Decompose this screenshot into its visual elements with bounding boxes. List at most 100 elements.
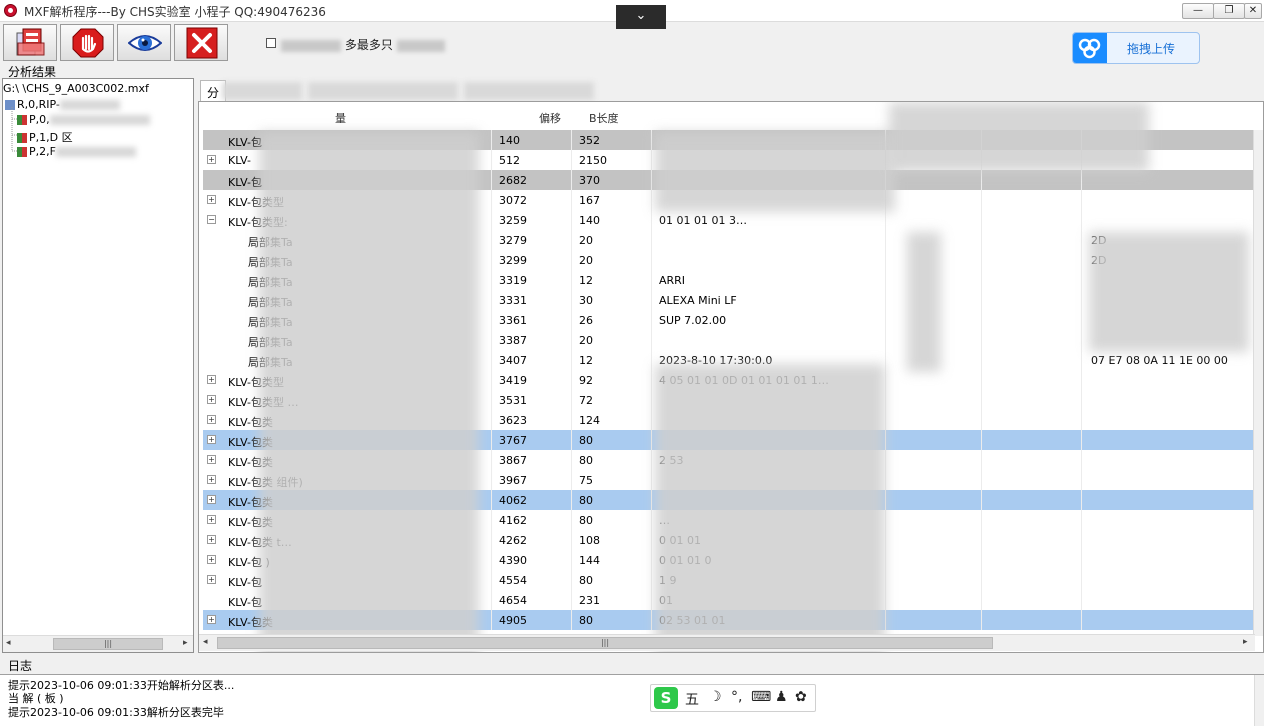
- expand-toggle[interactable]: +: [207, 395, 216, 404]
- scroll-right-arrow[interactable]: ▸: [183, 638, 188, 648]
- ime-toolbar[interactable]: S 五 ☽ °, ⌨ ♟ ✿: [650, 684, 816, 712]
- stop-icon: [72, 28, 104, 58]
- column-divider: [981, 430, 982, 450]
- cell-name: KLV-包: [228, 176, 262, 189]
- ime-logo-icon[interactable]: S: [654, 687, 678, 709]
- expand-toggle[interactable]: +: [207, 415, 216, 424]
- ime-keyboard-icon[interactable]: ⌨: [751, 689, 771, 705]
- klv-table[interactable]: 量 偏移 B长度 KLV-包 140 352 + KLV- 512 2150 KLV-包 268…: [198, 101, 1264, 653]
- column-divider: [1081, 310, 1082, 330]
- expand-toggle[interactable]: +: [207, 155, 216, 164]
- cell-length: 12: [579, 354, 593, 367]
- column-divider: [885, 430, 886, 450]
- option-checkbox[interactable]: [266, 38, 276, 48]
- stop-button[interactable]: [60, 24, 114, 61]
- ime-settings-icon[interactable]: ✿: [795, 689, 807, 705]
- window-title: MXF解析程序---By CHS实验室 小程子 QQ:490476236: [24, 5, 326, 19]
- column-divider: [651, 490, 652, 510]
- expand-toggle[interactable]: +: [207, 435, 216, 444]
- column-divider: [571, 250, 572, 270]
- upload-label: 拖拽上传: [1127, 42, 1176, 56]
- expand-toggle[interactable]: +: [207, 575, 216, 584]
- cell-offset: 140: [499, 134, 520, 147]
- column-divider: [885, 270, 886, 290]
- column-divider: [1081, 610, 1082, 630]
- column-divider: [571, 370, 572, 390]
- table-vertical-scrollbar[interactable]: [1253, 130, 1263, 636]
- cell-length: 80: [579, 454, 593, 467]
- expand-toggle[interactable]: +: [207, 615, 216, 624]
- cell-offset: 3867: [499, 454, 527, 467]
- app-icon: [4, 4, 17, 17]
- column-divider: [1081, 590, 1082, 610]
- minimize-button[interactable]: —: [1182, 3, 1214, 19]
- table-horizontal-scrollbar[interactable]: ◂ ||| ▸: [199, 634, 1255, 651]
- ime-input-mode[interactable]: 五: [685, 689, 699, 709]
- column-divider: [1081, 330, 1082, 350]
- column-divider: [885, 570, 886, 590]
- ime-user-icon[interactable]: ♟: [775, 689, 788, 705]
- expand-toggle[interactable]: +: [207, 555, 216, 564]
- cell-offset: 3387: [499, 334, 527, 347]
- expand-toggle[interactable]: −: [207, 215, 216, 224]
- view-button[interactable]: [117, 24, 171, 61]
- expand-toggle[interactable]: +: [207, 535, 216, 544]
- cell-length: 20: [579, 334, 593, 347]
- column-divider: [1081, 490, 1082, 510]
- open-file-button[interactable]: [3, 24, 57, 61]
- column-divider: [981, 390, 982, 410]
- cell-offset: 3967: [499, 474, 527, 487]
- open-file-icon: [16, 28, 45, 56]
- expand-toggle[interactable]: +: [207, 455, 216, 464]
- expand-toggle[interactable]: +: [207, 515, 216, 524]
- tree-item-partition-2[interactable]: P,2,F: [17, 145, 136, 158]
- log-output[interactable]: 提示2023-10-06 09:01:33开始解析分区表... 当 解 ( 板 …: [0, 674, 1264, 726]
- ime-halfwidth-icon[interactable]: ☽: [709, 689, 722, 705]
- tree-horizontal-scrollbar[interactable]: ◂ ||| ▸: [3, 635, 193, 652]
- ime-punctuation-icon[interactable]: °,: [731, 689, 742, 705]
- tree-item-partition-0[interactable]: P,0,: [17, 113, 150, 126]
- scroll-left-arrow[interactable]: ◂: [203, 637, 208, 647]
- column-header-name: 量: [335, 112, 346, 125]
- close-window-button[interactable]: ✕: [1244, 3, 1262, 19]
- expand-toggle[interactable]: +: [207, 195, 216, 204]
- cell-offset: 3531: [499, 394, 527, 407]
- column-divider: [981, 550, 982, 570]
- log-vertical-scrollbar[interactable]: [1254, 675, 1264, 726]
- column-divider: [981, 370, 982, 390]
- exit-button[interactable]: [174, 24, 228, 61]
- cell-offset: 4062: [499, 494, 527, 507]
- restore-button[interactable]: ❐: [1213, 3, 1245, 19]
- redacted-text: [59, 100, 120, 110]
- column-divider: [491, 170, 492, 190]
- cell-offset: 4905: [499, 614, 527, 627]
- column-divider: [1081, 190, 1082, 210]
- tree-item-rip[interactable]: R,0,RIP-: [5, 98, 120, 111]
- tree-item-file[interactable]: G:\ \CHS_9_A003C002.mxf: [3, 82, 149, 95]
- tree-item-partition-1[interactable]: P,1,D 区: [17, 129, 73, 145]
- column-divider: [651, 250, 652, 270]
- drag-upload-button[interactable]: 拖拽上传: [1072, 32, 1200, 64]
- analysis-tree[interactable]: G:\ \CHS_9_A003C002.mxf R,0,RIP- P,0, P,…: [2, 78, 194, 653]
- column-divider: [885, 550, 886, 570]
- collapse-tab-button[interactable]: ⌄: [616, 5, 666, 29]
- column-divider: [651, 390, 652, 410]
- expand-toggle[interactable]: +: [207, 475, 216, 484]
- expand-toggle[interactable]: +: [207, 375, 216, 384]
- column-header-length: B长度: [589, 112, 619, 125]
- expand-toggle[interactable]: +: [207, 495, 216, 504]
- scroll-thumb[interactable]: |||: [53, 638, 163, 650]
- column-divider: [651, 150, 652, 170]
- tree-item-label: P,0,: [29, 113, 50, 126]
- cell-length: 20: [579, 234, 593, 247]
- column-divider: [491, 330, 492, 350]
- scroll-right-arrow[interactable]: ▸: [1243, 637, 1248, 647]
- tree-item-label: P,2,F: [29, 145, 56, 158]
- column-divider: [571, 570, 572, 590]
- scroll-thumb[interactable]: |||: [217, 637, 993, 649]
- column-divider: [1081, 210, 1082, 230]
- cell-name: KLV-: [228, 154, 251, 167]
- scroll-left-arrow[interactable]: ◂: [6, 638, 11, 648]
- tree-item-label: R,0,RIP-: [17, 98, 60, 111]
- log-label: 日志: [8, 659, 33, 673]
